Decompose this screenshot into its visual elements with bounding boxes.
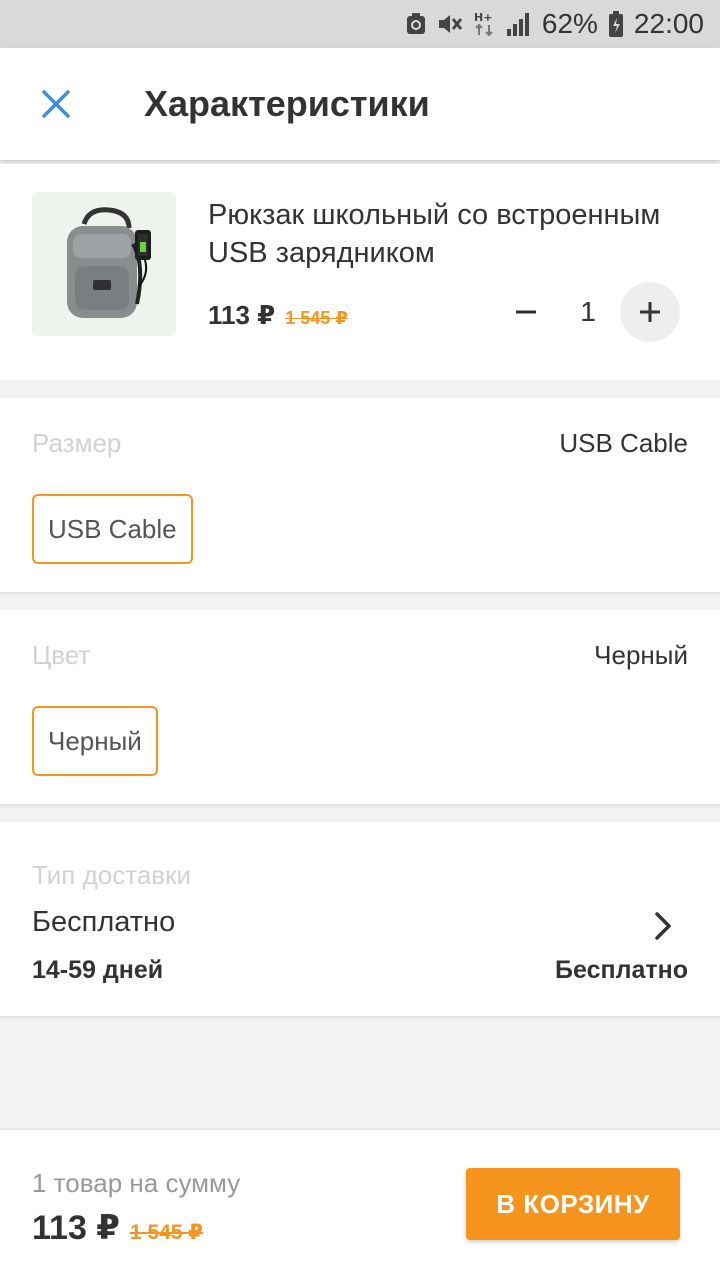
chevron-right-icon[interactable] (648, 908, 678, 944)
color-label: Цвет (32, 640, 91, 670)
decrease-quantity-button[interactable] (496, 282, 556, 342)
quantity-stepper: 1 (496, 282, 680, 342)
product-name: Рюкзак школьный со встроенным USB зарядн… (208, 199, 661, 269)
summary-old-price: 1 545 ₽ (129, 1221, 203, 1244)
size-option-usb-cable[interactable]: USB Cable (32, 494, 193, 564)
add-to-cart-button[interactable]: В КОРЗИНУ (466, 1168, 680, 1240)
color-selected-value: Черный (594, 640, 688, 670)
delivery-type: Бесплатно (32, 906, 176, 938)
network-icon: H+ (474, 10, 496, 38)
mute-icon (436, 10, 464, 38)
clock: 22:00 (633, 8, 704, 39)
product-image (32, 192, 176, 336)
backpack-icon (67, 207, 151, 318)
summary-price-row: 113 ₽ 1 545 ₽ (32, 1208, 203, 1248)
delivery-price: Бесплатно (555, 956, 688, 984)
delivery-label: Тип доставки (32, 860, 191, 890)
size-selected-value: USB Cable (559, 428, 688, 458)
page-title: Характеристики (144, 83, 430, 124)
minus-icon (516, 310, 536, 314)
size-label: Размер (32, 428, 122, 458)
size-section: Размер USB Cable USB Cable (0, 398, 720, 592)
signal-icon (506, 10, 532, 38)
color-option-black[interactable]: Черный (32, 706, 158, 776)
summary-price: 113 ₽ (32, 1209, 120, 1247)
product-price: 113 ₽ (208, 300, 276, 330)
plus-icon (640, 302, 660, 322)
close-button[interactable] (28, 76, 84, 132)
product-card: Рюкзак школьный со встроенным USB зарядн… (0, 164, 720, 380)
checkout-bar: 1 товар на сумму 113 ₽ 1 545 ₽ В КОРЗИНУ (0, 1130, 720, 1280)
product-old-price: 1 545 ₽ (285, 308, 348, 328)
color-section: Цвет Черный Черный (0, 610, 720, 804)
battery-icon (608, 10, 624, 38)
header-bar: Характеристики (0, 48, 720, 160)
quantity-value: 1 (580, 296, 596, 327)
battery-percent: 62% (541, 8, 598, 39)
increase-quantity-button[interactable] (620, 282, 680, 342)
summary-label: 1 товар на сумму (32, 1168, 241, 1198)
product-price-row: 113 ₽ 1 545 ₽ (208, 300, 348, 331)
sync-icon (406, 10, 426, 38)
delivery-section[interactable]: Тип доставки Бесплатно 14-59 дней Беспла… (0, 822, 720, 1016)
status-bar: H+ 62% 22:00 (0, 0, 720, 48)
delivery-days: 14-59 дней (32, 956, 164, 984)
svg-text:H+: H+ (474, 11, 492, 24)
close-icon (42, 90, 70, 118)
